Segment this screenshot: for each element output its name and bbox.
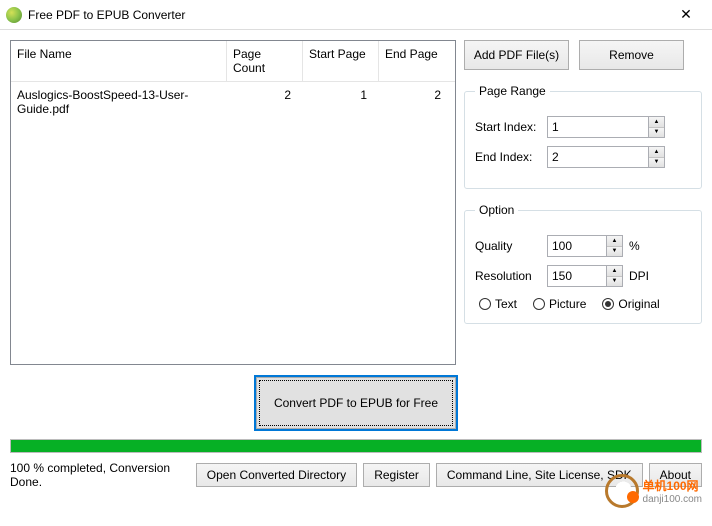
radio-text[interactable]: Text [479,297,517,311]
command-line-button[interactable]: Command Line, Site License, SDK [436,463,643,487]
radio-icon [533,298,545,310]
progress-bar [10,439,702,453]
cell-end-page: 2 [379,86,455,118]
app-icon [6,7,22,23]
cell-page-count: 2 [227,86,303,118]
spinner-down-icon[interactable]: ▼ [607,247,622,257]
quality-unit: % [629,239,640,253]
radio-icon [479,298,491,310]
remove-button[interactable]: Remove [579,40,684,70]
titlebar: Free PDF to EPUB Converter ✕ [0,0,712,30]
table-row[interactable]: Auslogics-BoostSpeed-13-User-Guide.pdf 2… [11,82,455,122]
option-legend: Option [475,203,518,217]
spinner-down-icon[interactable]: ▼ [649,158,664,168]
add-pdf-button[interactable]: Add PDF File(s) [464,40,569,70]
watermark-url: danji100.com [643,494,702,505]
option-group: Option Quality ▲▼ % Resolution ▲▼ DPI Te… [464,203,702,324]
spinner-up-icon[interactable]: ▲ [607,266,622,277]
end-index-input[interactable] [548,147,648,167]
close-button[interactable]: ✕ [666,1,706,29]
open-directory-button[interactable]: Open Converted Directory [196,463,357,487]
quality-spinner[interactable]: ▲▼ [547,235,623,257]
page-range-legend: Page Range [475,84,550,98]
spinner-up-icon[interactable]: ▲ [607,236,622,247]
cell-filename: Auslogics-BoostSpeed-13-User-Guide.pdf [11,86,227,118]
page-range-group: Page Range Start Index: ▲▼ End Index: ▲▼ [464,84,702,189]
resolution-unit: DPI [629,269,649,283]
resolution-spinner[interactable]: ▲▼ [547,265,623,287]
spinner-down-icon[interactable]: ▼ [607,277,622,287]
end-index-spinner[interactable]: ▲▼ [547,146,665,168]
resolution-input[interactable] [548,266,606,286]
start-index-input[interactable] [548,117,648,137]
col-page-count[interactable]: Page Count [227,41,303,81]
spinner-down-icon[interactable]: ▼ [649,128,664,138]
table-header: File Name Page Count Start Page End Page [11,41,455,82]
quality-label: Quality [475,239,547,253]
status-text: 100 % completed, Conversion Done. [10,461,190,489]
radio-picture[interactable]: Picture [533,297,586,311]
col-end-page[interactable]: End Page [379,41,455,81]
cell-start-page: 1 [303,86,379,118]
radio-original[interactable]: Original [602,297,659,311]
right-panel: Add PDF File(s) Remove Page Range Start … [464,40,702,365]
start-index-label: Start Index: [475,120,547,134]
resolution-label: Resolution [475,269,547,283]
convert-button[interactable]: Convert PDF to EPUB for Free [256,377,456,429]
end-index-label: End Index: [475,150,547,164]
spinner-up-icon[interactable]: ▲ [649,147,664,158]
file-table[interactable]: File Name Page Count Start Page End Page… [10,40,456,365]
col-start-page[interactable]: Start Page [303,41,379,81]
col-filename[interactable]: File Name [11,41,227,81]
start-index-spinner[interactable]: ▲▼ [547,116,665,138]
spinner-up-icon[interactable]: ▲ [649,117,664,128]
radio-icon [602,298,614,310]
quality-input[interactable] [548,236,606,256]
window-title: Free PDF to EPUB Converter [28,8,666,22]
register-button[interactable]: Register [363,463,430,487]
about-button[interactable]: About [649,463,702,487]
